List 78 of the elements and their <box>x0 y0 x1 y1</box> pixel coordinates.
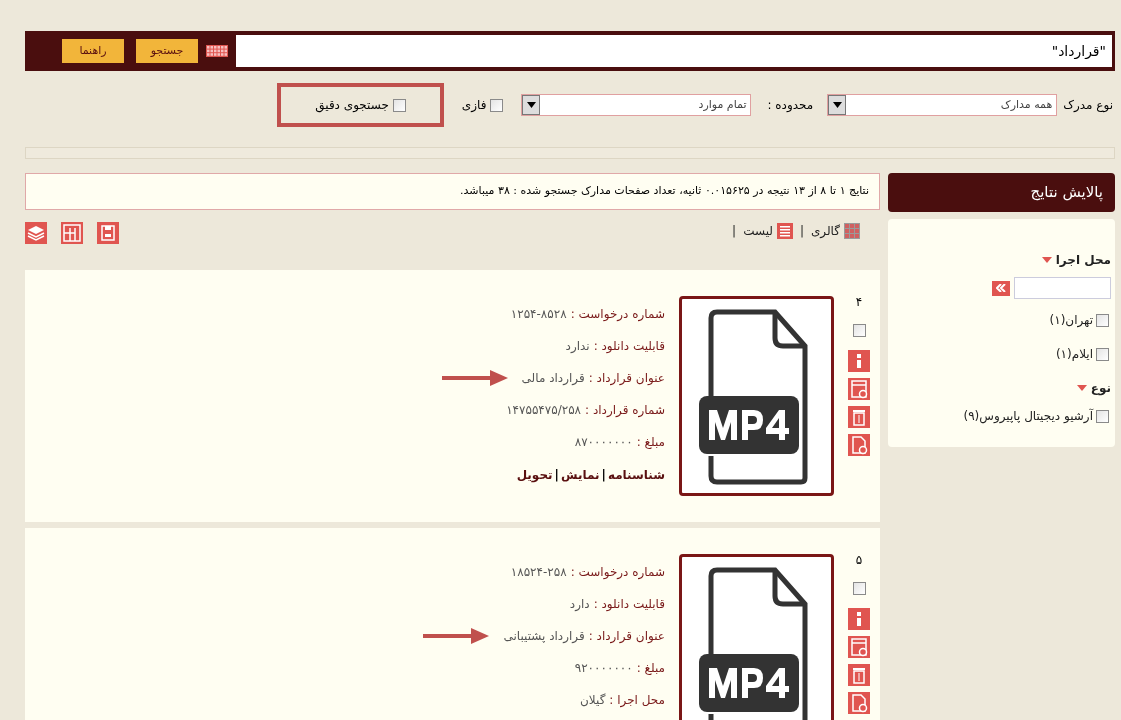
go-button[interactable] <box>992 280 1010 296</box>
save-icon[interactable] <box>97 222 119 244</box>
view-link[interactable]: گالری <box>810 222 840 240</box>
window-icon[interactable] <box>848 636 870 658</box>
field-value: ۱۲۵۴-۸۵۲۸ <box>510 306 567 323</box>
facet-option[interactable]: ایلام(۱) <box>1055 345 1093 363</box>
arrow <box>439 369 508 387</box>
view-separator: | <box>799 223 804 240</box>
checkbox-label: فازی <box>461 97 487 114</box>
checkbox[interactable] <box>490 98 504 112</box>
field-label: شماره قرارداد : <box>585 402 665 419</box>
double-arrow-icon <box>996 284 1006 292</box>
field-value: دارد <box>569 596 590 613</box>
caret-icon <box>1041 257 1052 263</box>
field-value: ندارد <box>565 338 590 355</box>
field-label: عنوان قرارداد : <box>588 628 665 645</box>
dropdown-icon[interactable] <box>828 95 847 115</box>
result-link[interactable]: نمایش <box>560 466 600 484</box>
field-label: شماره درخواست : <box>570 306 665 323</box>
field-value: ۸۷۰۰۰۰۰۰۰ <box>574 434 633 451</box>
caret-icon <box>1076 385 1087 391</box>
info-icon[interactable] <box>848 608 870 630</box>
field-label: قابلیت دانلود : <box>593 338 665 355</box>
field-label: قابلیت دانلود : <box>593 596 665 613</box>
checkbox[interactable] <box>852 582 866 595</box>
field-label: مبلغ : <box>636 660 665 677</box>
link-separator: | <box>601 467 606 484</box>
field-value: قرارداد مالی <box>521 370 585 387</box>
scope-select[interactable]: تمام موارد <box>521 94 752 116</box>
keyboard-icon[interactable] <box>206 45 228 57</box>
thumbnail-frame[interactable] <box>679 554 834 720</box>
checkbox[interactable] <box>392 98 406 112</box>
trash-icon[interactable] <box>848 406 870 428</box>
checkbox[interactable] <box>1096 409 1109 423</box>
facet-header[interactable]: نوع <box>892 379 1111 397</box>
checkbox[interactable] <box>1096 347 1109 361</box>
arrow <box>421 627 490 645</box>
field-value: ۹۲۰۰۰۰۰۰۰ <box>574 660 633 677</box>
thumbnail-frame[interactable] <box>679 296 834 496</box>
field-label: محدوده : <box>767 97 814 114</box>
facet-option[interactable]: تهران(۱) <box>1049 311 1093 329</box>
field-value: قرارداد پشتیبانی <box>503 628 585 645</box>
search-field[interactable]: "قرارداد" <box>236 35 1112 67</box>
list-icon[interactable] <box>776 223 793 239</box>
grid-icon[interactable] <box>61 222 83 244</box>
field-label: عنوان قرارداد : <box>588 370 665 387</box>
view-separator: | <box>732 223 737 240</box>
field-value: ۱۸۵۲۴-۲۵۸ <box>510 564 567 581</box>
layers-icon[interactable] <box>25 222 47 244</box>
document-icon[interactable] <box>848 434 870 456</box>
document-icon[interactable] <box>848 692 870 714</box>
window-icon[interactable] <box>848 378 870 400</box>
info-icon[interactable] <box>848 350 870 372</box>
field-label: محل اجرا : <box>609 692 665 709</box>
trash-icon[interactable] <box>848 664 870 686</box>
facet-search-field[interactable] <box>1014 277 1111 299</box>
checkbox[interactable] <box>1096 313 1109 327</box>
sidebar-title: پالایش نتایج <box>1030 182 1103 204</box>
field-label: نوع مدرک <box>1063 97 1113 114</box>
link-separator: | <box>554 467 559 484</box>
doc-type-select[interactable]: همه مدارک <box>827 94 1058 116</box>
checkbox[interactable] <box>852 324 866 337</box>
result-link[interactable]: شناسنامه <box>607 466 665 484</box>
facet-option[interactable]: آرشیو دیجیتال پاپیروس(۹) <box>963 407 1093 425</box>
results-summary: نتایج ۱ تا ۸ از ۱۳ نتیجه در ۰.۰۱۵۶۲۵ ثانیه، تعداد صفحات مدارک جستجو شده : ۳۸ میباشد. <box>460 183 869 200</box>
field-label: شماره درخواست : <box>570 564 665 581</box>
result-number: ۵ <box>855 554 863 566</box>
field-value: گیلان <box>580 692 606 709</box>
dropdown-icon[interactable] <box>522 95 541 115</box>
result-number: ۴ <box>855 296 863 308</box>
facet-header[interactable]: محل اجرا <box>892 251 1111 269</box>
checkbox-label: جستجوی دقیق <box>315 97 389 114</box>
field-value: ۱۴۷۵۵۴۷۵/۲۵۸ <box>506 402 582 419</box>
result-link[interactable]: تحویل <box>516 466 553 484</box>
search-action-button[interactable]: راهنما <box>62 39 124 63</box>
view-link[interactable]: لیست <box>743 222 773 240</box>
search-action-button[interactable]: جستجو <box>136 39 198 63</box>
field-label: مبلغ : <box>636 434 665 451</box>
